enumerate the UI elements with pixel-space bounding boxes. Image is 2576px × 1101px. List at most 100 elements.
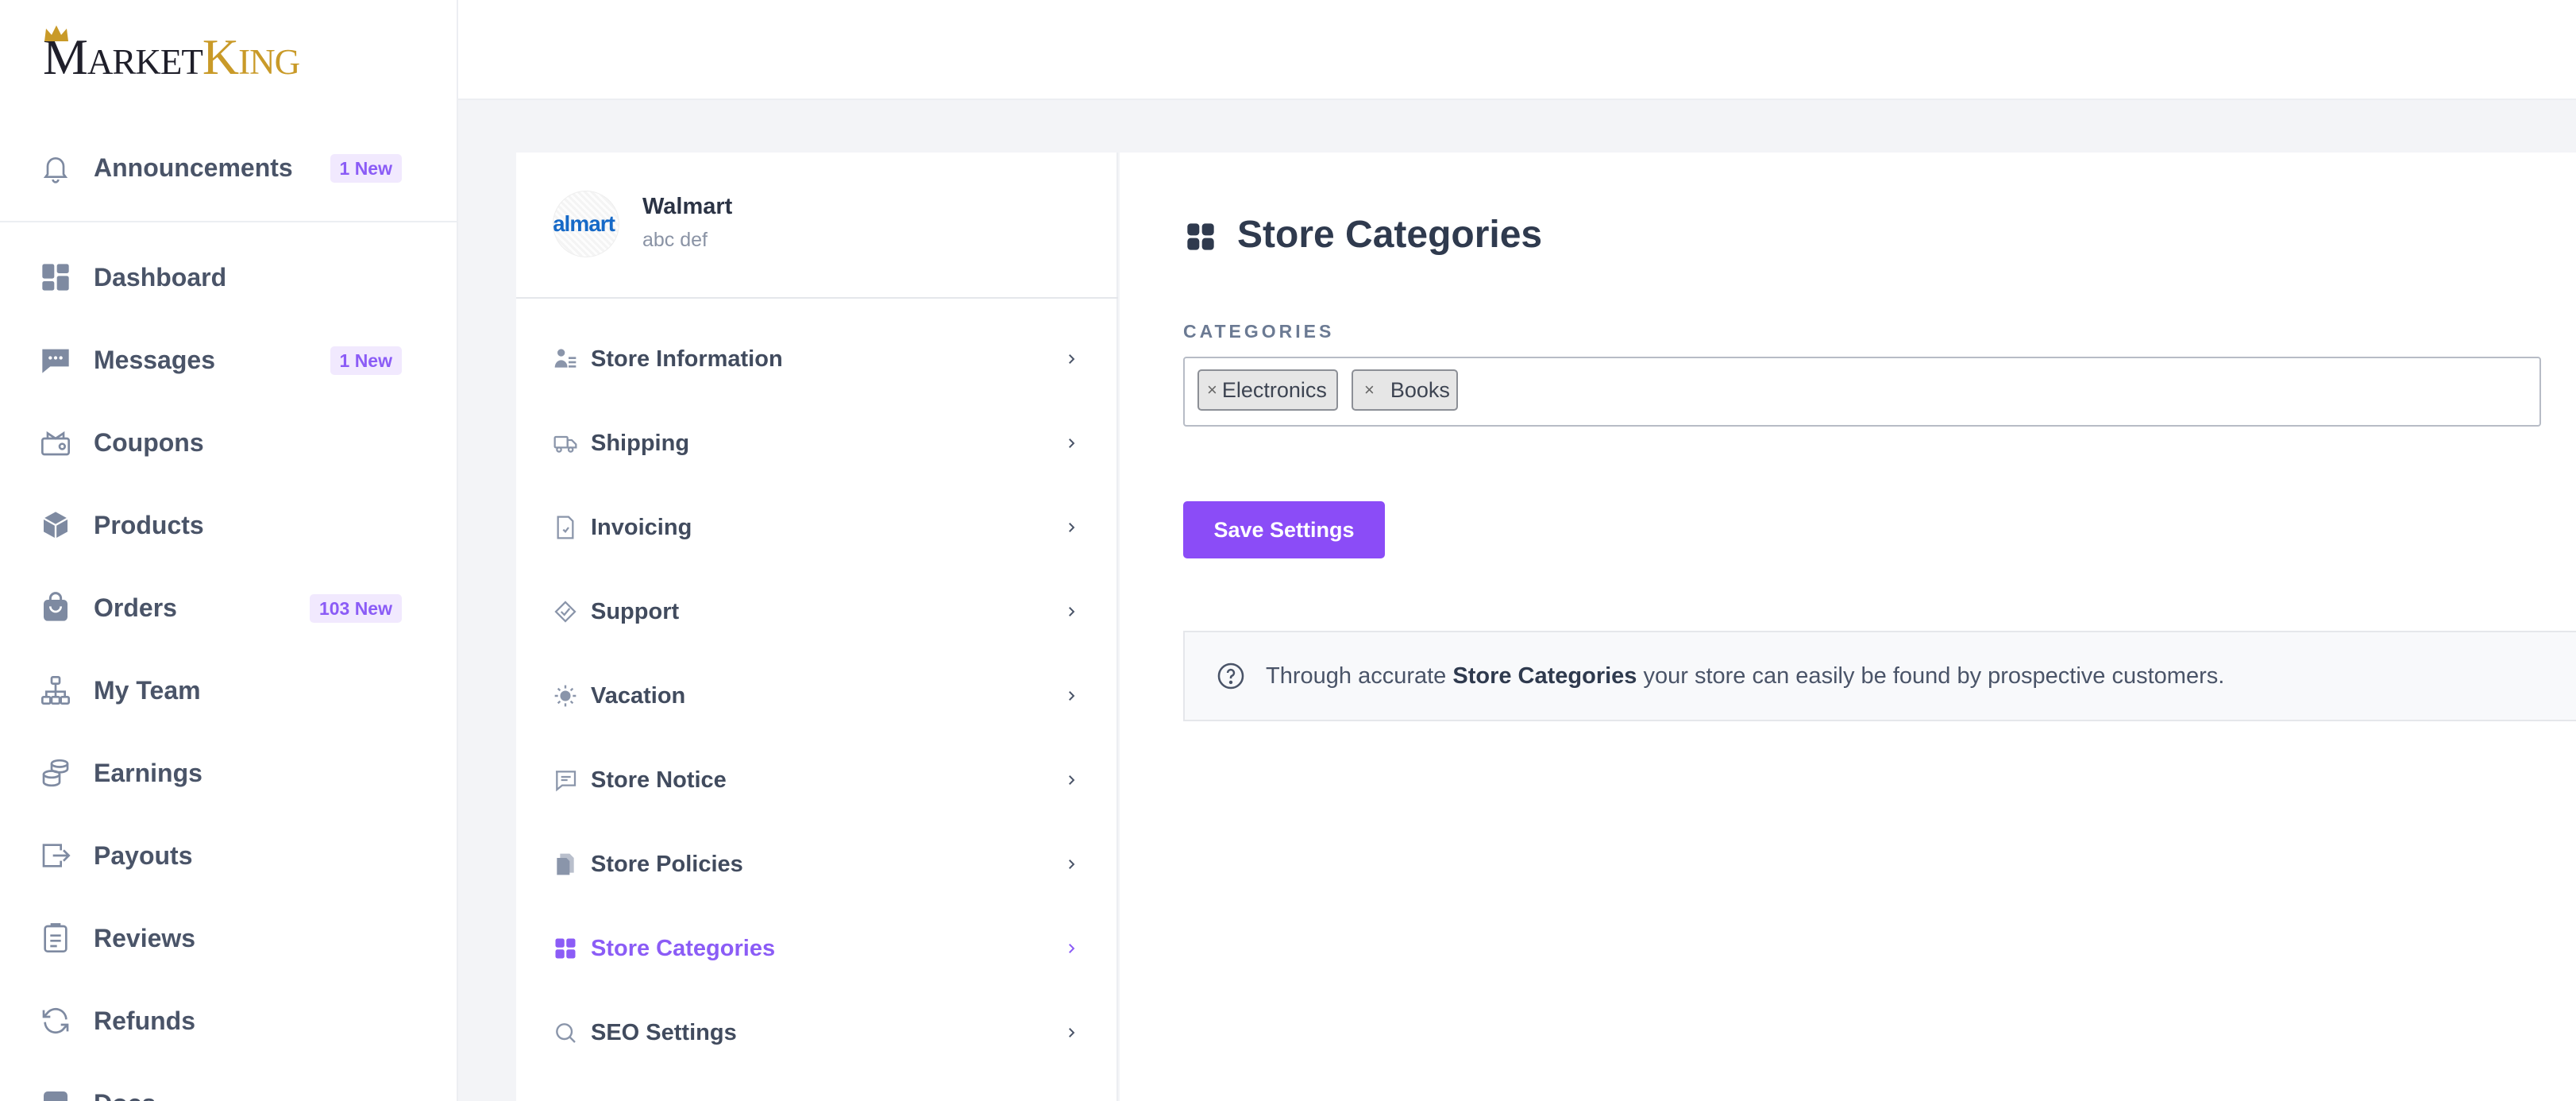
chevron-right-icon bbox=[1059, 1021, 1083, 1045]
store-logo: almart bbox=[553, 191, 619, 257]
sidebar-item-label: Messages bbox=[94, 345, 215, 374]
menu-item-store-information[interactable]: Store Information bbox=[551, 331, 1083, 387]
sidebar-item-payouts[interactable]: Payouts bbox=[37, 828, 402, 883]
menu-item-label: Support bbox=[591, 598, 680, 624]
store-name: Walmart bbox=[642, 194, 733, 219]
categories-field-label: CATEGORIES bbox=[1183, 321, 1335, 342]
settings-menu-panel: almart Walmart abc def Store Information… bbox=[516, 153, 1118, 1101]
sidebar-item-my-team[interactable]: My Team bbox=[37, 663, 402, 718]
chevron-right-icon bbox=[1059, 937, 1083, 960]
products-icon bbox=[37, 506, 75, 544]
sidebar-item-reviews[interactable]: Reviews bbox=[37, 910, 402, 966]
sidebar-divider bbox=[0, 221, 457, 222]
menu-item-label: Store Categories bbox=[591, 935, 776, 961]
sidebar-item-label: Products bbox=[94, 510, 204, 539]
menu-item-shipping[interactable]: Shipping bbox=[551, 415, 1083, 471]
reviews-icon bbox=[37, 919, 75, 957]
page-title: Store Categories bbox=[1237, 214, 1543, 256]
sidebar-item-label: Payouts bbox=[94, 840, 193, 870]
menu-item-label: Shipping bbox=[591, 430, 690, 456]
menu-item-store-policies[interactable]: Store Policies bbox=[551, 836, 1083, 892]
sidebar: MarketKing Announcements 1 New Dashboard… bbox=[0, 0, 458, 1101]
earnings-icon bbox=[37, 754, 75, 792]
help-circle-icon bbox=[1215, 660, 1247, 692]
store-header: almart Walmart abc def bbox=[516, 153, 1118, 299]
docs-icon bbox=[37, 1084, 75, 1101]
chevron-right-icon bbox=[1059, 684, 1083, 708]
sidebar-item-messages[interactable]: Messages 1 New bbox=[37, 332, 402, 388]
marketking-logo[interactable]: MarketKing bbox=[43, 25, 300, 85]
messages-icon bbox=[37, 341, 75, 379]
sidebar-item-label: Docs bbox=[94, 1089, 156, 1101]
sidebar-item-earnings[interactable]: Earnings bbox=[37, 745, 402, 801]
orders-badge: 103 New bbox=[309, 594, 402, 623]
menu-item-label: Store Notice bbox=[591, 767, 727, 793]
menu-item-label: Store Information bbox=[591, 346, 783, 372]
chevron-right-icon bbox=[1059, 347, 1083, 371]
chevron-right-icon bbox=[1059, 768, 1083, 792]
save-settings-button[interactable]: Save Settings bbox=[1183, 501, 1385, 558]
announcements-badge: 1 New bbox=[330, 154, 402, 183]
menu-item-invoicing[interactable]: Invoicing bbox=[551, 500, 1083, 555]
chevron-right-icon bbox=[1059, 516, 1083, 539]
sidebar-item-announcements[interactable]: Announcements 1 New bbox=[37, 140, 402, 195]
categories-title-icon bbox=[1187, 223, 1214, 250]
notice-icon bbox=[551, 766, 580, 794]
sidebar-item-docs[interactable]: Docs bbox=[37, 1076, 402, 1101]
support-icon bbox=[551, 597, 580, 626]
menu-item-label: Invoicing bbox=[591, 514, 692, 540]
sidebar-item-orders[interactable]: Orders 103 New bbox=[37, 580, 402, 635]
sidebar-item-label: Dashboard bbox=[94, 262, 227, 292]
sun-icon bbox=[551, 682, 580, 710]
sidebar-item-label: Reviews bbox=[94, 923, 196, 952]
categories-icon bbox=[551, 934, 580, 963]
logo-king-text: King bbox=[202, 29, 300, 85]
chevron-right-icon bbox=[1059, 431, 1083, 455]
menu-item-label: Vacation bbox=[591, 682, 686, 709]
bell-icon bbox=[37, 149, 75, 187]
categories-multiselect[interactable]: × Electronics × Books bbox=[1183, 357, 2541, 427]
top-bar bbox=[458, 0, 2576, 100]
sidebar-item-refunds[interactable]: Refunds bbox=[37, 993, 402, 1049]
sidebar-item-label: Orders bbox=[94, 593, 177, 622]
truck-icon bbox=[551, 429, 580, 458]
remove-tag-icon[interactable]: × bbox=[1364, 380, 1375, 400]
menu-item-support[interactable]: Support bbox=[551, 584, 1083, 639]
remove-tag-icon[interactable]: × bbox=[1207, 380, 1217, 400]
store-info-icon bbox=[551, 345, 580, 373]
sidebar-item-label: My Team bbox=[94, 675, 201, 705]
refunds-icon bbox=[37, 1002, 75, 1040]
menu-item-store-categories[interactable]: Store Categories bbox=[551, 921, 1083, 976]
category-tag-books: × Books bbox=[1352, 369, 1458, 411]
invoice-icon bbox=[551, 513, 580, 542]
sidebar-item-products[interactable]: Products bbox=[37, 497, 402, 553]
tag-label: Electronics bbox=[1221, 377, 1327, 402]
menu-item-store-notice[interactable]: Store Notice bbox=[551, 752, 1083, 808]
messages-badge: 1 New bbox=[330, 346, 402, 375]
search-icon bbox=[551, 1018, 580, 1047]
info-notice: Through accurate Store Categories your s… bbox=[1183, 631, 2576, 721]
menu-item-vacation[interactable]: Vacation bbox=[551, 668, 1083, 724]
payouts-icon bbox=[37, 836, 75, 875]
tag-label: Books bbox=[1390, 377, 1450, 402]
orders-icon bbox=[37, 589, 75, 627]
sidebar-item-coupons[interactable]: Coupons bbox=[37, 415, 402, 470]
dashboard-icon bbox=[37, 258, 75, 296]
chevron-right-icon bbox=[1059, 600, 1083, 624]
store-categories-panel: Store Categories CATEGORIES × Electronic… bbox=[1120, 153, 2576, 1101]
menu-item-seo-settings[interactable]: SEO Settings bbox=[551, 1005, 1083, 1060]
sidebar-item-label: Earnings bbox=[94, 758, 202, 787]
chevron-right-icon bbox=[1059, 852, 1083, 876]
store-logo-text: almart bbox=[553, 211, 615, 236]
coupons-icon bbox=[37, 423, 75, 462]
policies-icon bbox=[551, 850, 580, 879]
crown-icon bbox=[44, 25, 68, 41]
sidebar-item-label: Announcements bbox=[94, 153, 293, 182]
menu-item-label: SEO Settings bbox=[591, 1019, 737, 1045]
sidebar-item-dashboard[interactable]: Dashboard bbox=[37, 249, 402, 305]
sidebar-item-label: Refunds bbox=[94, 1006, 195, 1035]
info-text: Through accurate Store Categories your s… bbox=[1266, 663, 2225, 689]
sidebar-item-label: Coupons bbox=[94, 427, 204, 457]
store-subtitle: abc def bbox=[642, 229, 708, 251]
menu-item-label: Store Policies bbox=[591, 851, 743, 877]
